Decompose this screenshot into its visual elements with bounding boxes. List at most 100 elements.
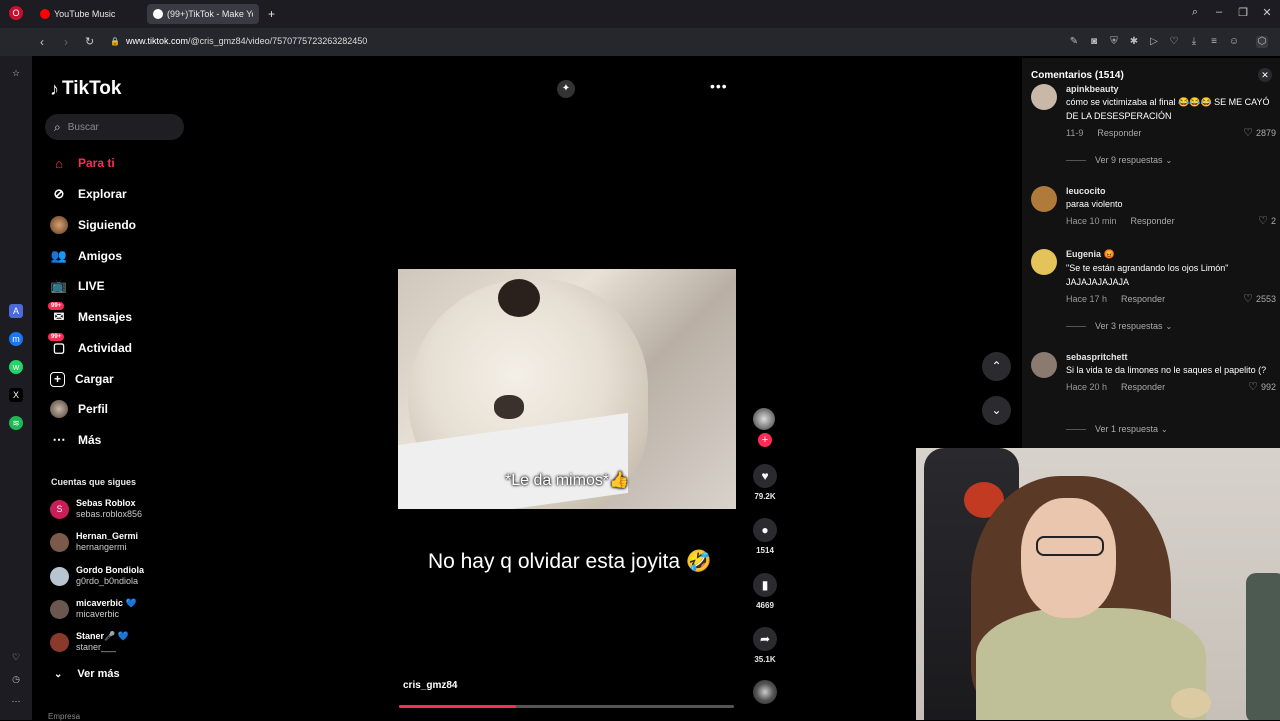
comment-button[interactable]: ● 1514 xyxy=(752,518,778,555)
tab-youtube-music[interactable]: YouTube Music xyxy=(34,4,146,24)
music-disc-icon[interactable] xyxy=(753,680,777,704)
following-account[interactable]: micaverbic 💙 micaverbic xyxy=(50,598,137,620)
vpn-cube-icon[interactable]: ⬡ xyxy=(1256,36,1268,48)
next-video-button[interactable]: ⌄ xyxy=(982,396,1011,425)
avatar[interactable] xyxy=(1031,352,1057,378)
nav-item-actividad[interactable]: ▢ 99+ Actividad xyxy=(48,333,132,359)
avatar xyxy=(50,566,69,586)
following-account[interactable]: Hernan_Germi hernangermi xyxy=(50,531,138,553)
tab-tiktok[interactable]: (99+)TikTok - Make Yo xyxy=(147,4,259,24)
following-account[interactable]: S Sebas Roblox sebas.roblox856 xyxy=(50,498,142,520)
sidebar-more-icon[interactable]: ⋯ xyxy=(9,694,23,708)
profile-icon[interactable]: ☺ xyxy=(1228,36,1240,48)
avatar[interactable] xyxy=(1031,249,1057,275)
video-author[interactable]: cris_gmz84 xyxy=(403,680,457,691)
account-name: Hernan_Germi xyxy=(76,531,139,541)
heart-outline-icon: ♡ xyxy=(1258,215,1268,227)
favorites-heart-icon[interactable]: ♡ xyxy=(9,650,23,664)
see-more-button[interactable]: ⌄ Ver más xyxy=(54,668,120,680)
nav-item-perfil[interactable]: Perfil xyxy=(50,398,108,420)
close-icon[interactable]: ✕ xyxy=(1258,68,1272,82)
account-handle: micaverbic xyxy=(76,609,120,619)
camera-snapshot-icon[interactable]: ◙ xyxy=(1088,36,1100,48)
comment-user[interactable]: Eugenia 😡 xyxy=(1066,249,1276,260)
comment-like-button[interactable]: ♡ 992 xyxy=(1248,380,1276,393)
nav-item-para-ti[interactable]: ⌂ Para ti xyxy=(50,152,115,174)
follow-plus-icon[interactable]: + xyxy=(758,433,772,447)
messenger-icon[interactable]: m xyxy=(9,332,23,346)
messages-icon: ✉ 99+ xyxy=(48,302,68,326)
bookmarks-star-icon[interactable]: ☆ xyxy=(9,66,23,80)
minimize-icon[interactable]: – xyxy=(1212,6,1226,18)
url-field[interactable]: 🔒 www.tiktok.com /@cris_gmz84/video/7570… xyxy=(110,36,367,46)
share-arrow-icon: ➦ xyxy=(753,627,777,651)
chevron-up-icon: ⌃ xyxy=(991,359,1002,373)
notification-badge: 99+ xyxy=(48,302,65,310)
reload-icon[interactable]: ↻ xyxy=(85,35,94,48)
reply-button[interactable]: Responder xyxy=(1121,294,1165,304)
following-account[interactable]: Gordo Bondiola g0rdo_b0ndiola xyxy=(50,565,144,587)
shield-icon[interactable]: ⛨ xyxy=(1108,36,1120,48)
comment-like-button[interactable]: ♡ 2879 xyxy=(1243,126,1276,139)
video-description: No hay q olvidar esta joyita 🤣 xyxy=(427,550,713,573)
view-replies-button[interactable]: Ver 1 respuesta ⌄ xyxy=(1066,424,1168,434)
history-clock-icon[interactable]: ◷ xyxy=(9,672,23,686)
forward-icon[interactable]: › xyxy=(64,35,68,49)
nav-item-explorar[interactable]: ⊘ Explorar xyxy=(50,183,127,205)
reply-button[interactable]: Responder xyxy=(1097,128,1141,138)
search-tabs-icon[interactable]: ⌕ xyxy=(1188,6,1202,19)
extension-icon[interactable]: ✱ xyxy=(1128,36,1140,48)
menu-icon[interactable]: ≡ xyxy=(1208,36,1220,48)
opera-logo-icon[interactable]: O xyxy=(9,6,23,20)
nav-item-cargar[interactable]: + Cargar xyxy=(50,368,114,390)
reply-button[interactable]: Responder xyxy=(1121,382,1165,392)
nav-item-amigos[interactable]: 👥 Amigos xyxy=(50,245,122,267)
account-name: Staner🎤 💙 xyxy=(76,631,129,641)
back-icon[interactable]: ‹ xyxy=(40,35,44,49)
video-player[interactable]: *Le da mimos*👍 xyxy=(398,269,736,509)
comment-user[interactable]: sebaspritchett xyxy=(1066,352,1276,362)
spotify-icon[interactable]: ≋ xyxy=(9,416,23,430)
nav-item-live[interactable]: 📺 LIVE xyxy=(50,275,105,297)
edit-icon[interactable]: ✎ xyxy=(1068,36,1080,48)
avatar xyxy=(50,632,69,652)
avatar[interactable] xyxy=(1031,84,1057,110)
download-icon[interactable]: ⤓ xyxy=(1188,36,1200,48)
aria-ai-icon[interactable]: A xyxy=(9,304,23,318)
player-icon[interactable]: ▷ xyxy=(1148,36,1160,48)
search-box[interactable]: ⌕ xyxy=(45,114,184,140)
reply-button[interactable]: Responder xyxy=(1131,216,1175,226)
previous-video-button[interactable]: ⌃ xyxy=(982,352,1011,381)
maximize-icon[interactable]: ❐ xyxy=(1236,6,1250,19)
tiktok-logo[interactable]: ♪ TikTok xyxy=(50,78,121,100)
more-options-icon[interactable]: ••• xyxy=(710,78,728,94)
share-button[interactable]: ➦ 35.1K xyxy=(752,627,778,664)
creator-avatar[interactable] xyxy=(753,408,775,430)
search-input[interactable] xyxy=(67,121,168,133)
new-tab-button[interactable]: + xyxy=(262,4,281,24)
friends-icon: 👥 xyxy=(50,248,68,263)
close-window-icon[interactable]: ✕ xyxy=(1260,6,1274,19)
nav-item-mensajes[interactable]: ✉ 99+ Mensajes xyxy=(48,302,132,328)
tiktok-note-icon: ♪ xyxy=(50,78,59,99)
nav-item-mas[interactable]: ⋯ Más xyxy=(50,429,102,451)
nav-item-siguiendo[interactable]: Siguiendo xyxy=(50,214,136,236)
comment-user[interactable]: leucocito xyxy=(1066,186,1276,196)
whatsapp-icon[interactable]: w xyxy=(9,360,23,374)
comment-like-button[interactable]: ♡ 2553 xyxy=(1243,292,1276,305)
video-progress-bar[interactable] xyxy=(399,705,734,708)
comment-user[interactable]: apinkbeauty xyxy=(1066,84,1276,94)
save-button[interactable]: ▮ 4669 xyxy=(752,573,778,610)
chevron-down-icon: ⌄ xyxy=(1161,424,1168,434)
browser-tab-bar: YouTube Music (99+)TikTok - Make Yo + ⌕ … xyxy=(0,0,1280,28)
heart-icon[interactable]: ♡ xyxy=(1168,36,1180,48)
like-button[interactable]: ♥ 79.2K xyxy=(752,464,778,501)
view-replies-button[interactable]: Ver 9 respuestas ⌄ xyxy=(1066,155,1172,165)
avatar[interactable] xyxy=(1031,186,1057,212)
comment-like-button[interactable]: ♡ 2 xyxy=(1258,214,1276,227)
following-account[interactable]: Staner🎤 💙 staner___ xyxy=(50,631,129,653)
profile-avatar-icon xyxy=(50,400,68,418)
ai-sparkle-icon[interactable]: ✦ xyxy=(557,80,575,98)
x-twitter-icon[interactable]: X xyxy=(9,388,23,402)
view-replies-button[interactable]: Ver 3 respuestas ⌄ xyxy=(1066,321,1172,331)
